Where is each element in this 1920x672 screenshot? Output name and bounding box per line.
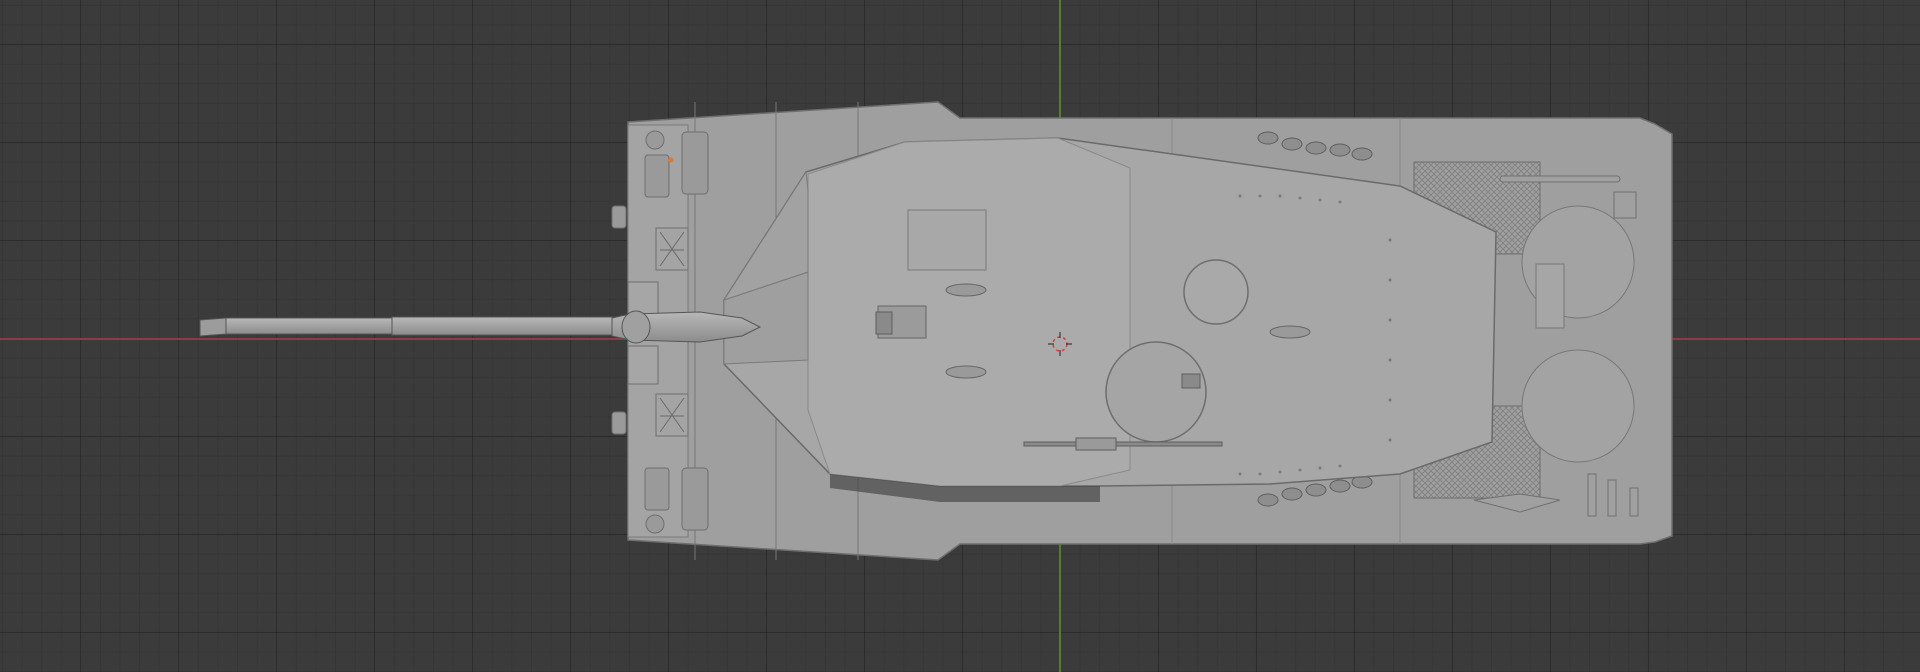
tank-model[interactable] [0,0,1920,672]
main-gun [199,310,762,344]
commander-hatch [1183,259,1249,325]
machine-gun [1023,441,1223,447]
origin-point [668,157,674,163]
loader-hatch [1105,341,1207,443]
3d-viewport[interactable] [0,0,1920,672]
turret-roof-front [807,137,1131,487]
